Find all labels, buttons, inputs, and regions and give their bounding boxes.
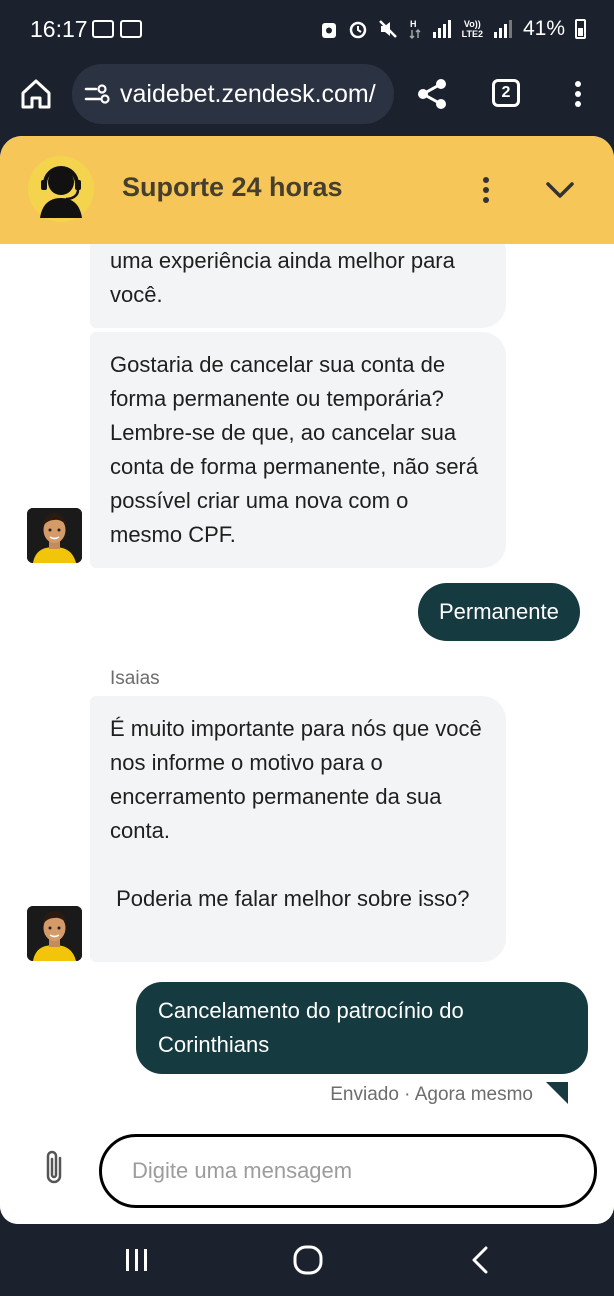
mute-icon [378,20,397,38]
home-circle-icon[interactable] [292,1244,324,1276]
agent-message: Gostaria de cancelar sua conta de forma … [90,332,506,568]
svg-text:H: H [410,19,417,29]
hplus-data-icon: H [409,19,421,39]
battery-percent: 41% [522,17,565,40]
message-text: uma experiência ainda melhor para você. [110,248,455,307]
sent-indicator-icon [546,1082,568,1104]
support-agent-icon [28,156,94,222]
volte-label: Vo)) [463,19,481,29]
volte-lte2-icon: Vo)) LTE2 [462,19,483,39]
back-icon[interactable] [468,1244,492,1276]
more-vert-icon[interactable] [474,174,498,206]
user-message: Permanente [418,583,580,641]
delivery-status: Enviado · Agora mesmo [330,1084,533,1105]
address-bar[interactable]: vaidebet.zendesk.com/ [72,64,394,124]
message-text: Permanente [439,599,559,624]
message-text: Cancelamento do patrocínio do Corinthian… [158,998,464,1057]
battery-icon [575,19,586,39]
message-text: Poderia me falar melhor sobre isso? [110,886,470,911]
status-bar: 16:17 H Vo)) LTE2 41% [0,0,614,62]
lte-label: LTE2 [461,29,483,39]
agent-message: uma experiência ainda melhor para você. [90,244,506,328]
sender-name: Isaias [110,668,160,689]
chevron-down-icon[interactable] [542,176,578,204]
recent-apps-icon[interactable] [123,1246,151,1274]
user-message: Cancelamento do patrocínio do Corinthian… [136,982,588,1074]
chat-widget: Suporte 24 horas uma experiência ainda m… [0,136,614,1224]
site-settings-icon[interactable] [84,81,110,107]
ticket-icon [120,20,142,38]
share-icon[interactable] [414,76,450,112]
message-list[interactable]: uma experiência ainda melhor para você. … [0,244,614,1124]
url-text: vaidebet.zendesk.com/ [120,79,376,108]
recycle-icon [321,23,336,38]
agent-avatar-image [27,508,82,563]
more-vert-icon[interactable] [566,78,590,110]
tab-switcher-icon[interactable]: 2 [492,79,520,107]
chat-title: Suporte 24 horas [122,172,343,202]
system-nav-bar [0,1224,614,1296]
alarm-icon [349,21,366,39]
agent-avatar-image [27,906,82,961]
agent-message: É muito importante para nós que você nos… [90,696,506,962]
browser-toolbar: vaidebet.zendesk.com/ 2 [0,62,614,134]
signal-icon [432,20,451,38]
home-icon[interactable] [18,76,54,112]
notification-icons [92,20,142,38]
message-input[interactable] [99,1134,597,1208]
clock: 16:17 [30,16,88,42]
message-text: É muito importante para nós que você nos… [110,716,482,843]
avatar [27,508,82,563]
composer [0,1124,614,1224]
avatar [27,906,82,961]
chat-header: Suporte 24 horas [0,136,614,244]
system-indicators: H Vo)) LTE2 41% [320,17,586,41]
ticket-icon [92,20,114,38]
signal-icon [493,20,512,38]
paperclip-icon[interactable] [40,1148,70,1188]
message-text: Gostaria de cancelar sua conta de forma … [110,352,479,547]
